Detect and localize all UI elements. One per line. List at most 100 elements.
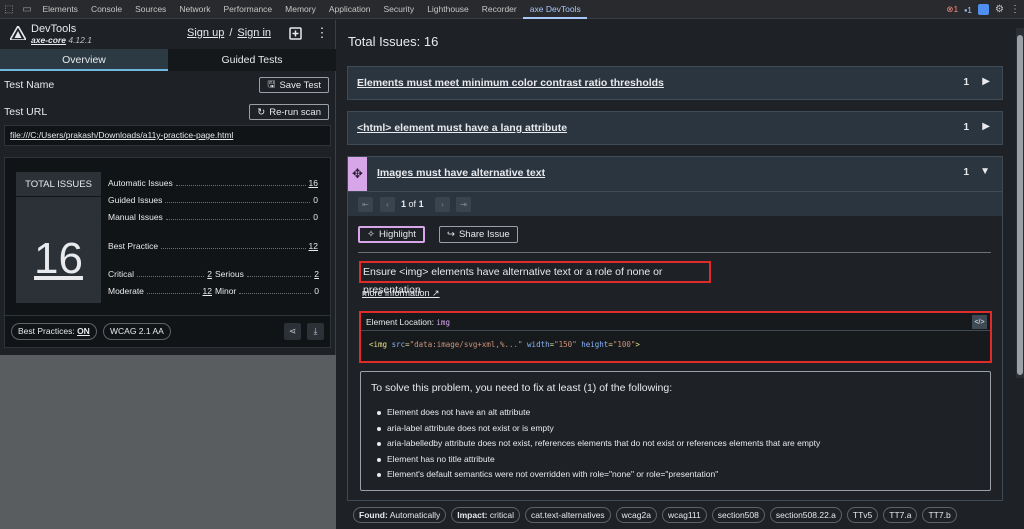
best-practices-toggle[interactable]: Best Practices: ON xyxy=(11,323,97,340)
error-icon: ⊗ xyxy=(946,4,954,14)
element-location-label: Element Location: img xyxy=(366,317,450,327)
tag-category: cat.text-alternatives xyxy=(524,507,611,523)
test-name-label: Test Name xyxy=(4,79,55,91)
more-icon[interactable]: ⋮ xyxy=(1010,4,1020,15)
inspect-icon[interactable]: ⬚ xyxy=(0,0,18,19)
issue-row-html-lang[interactable]: <html> element must have a lang attribut… xyxy=(347,111,1003,145)
issue-pager: ⇤ ‹ 1 of 1 › ⇥ xyxy=(348,191,1002,216)
issues-panel: Total Issues: 16 Elements must meet mini… xyxy=(337,20,1024,529)
highlight-button[interactable]: ✧ Highlight xyxy=(358,226,425,243)
fix-item: Element's default semantics were not ove… xyxy=(376,467,820,483)
total-issues-title: Total Issues: 16 xyxy=(348,34,439,49)
tab-axe-devtools[interactable]: axe DevTools xyxy=(523,0,588,19)
tab-sources[interactable]: Sources xyxy=(129,0,173,19)
fix-item: aria-labelledby attribute does not exist… xyxy=(376,436,820,452)
tag-ttv5: TTv5 xyxy=(846,507,879,523)
total-issues-card: TOTAL ISSUES 16 xyxy=(16,172,101,303)
test-url-field[interactable]: file:///C:/Users/prakash/Downloads/a11y-… xyxy=(4,125,331,146)
tag-wcag2a: wcag2a xyxy=(615,507,657,523)
share-icon[interactable]: ⋖ xyxy=(284,323,301,340)
tag-found: Found: Automatically xyxy=(353,507,447,523)
impact-serious: Serious 2 xyxy=(215,269,319,279)
scrollbar[interactable] xyxy=(1016,28,1024,378)
first-page-icon[interactable]: ⇤ xyxy=(358,197,373,212)
devtools-tab-bar: ⬚ ▭ Elements Console Sources Network Per… xyxy=(0,0,1024,19)
tab-guided-tests[interactable]: Guided Tests xyxy=(168,49,336,71)
element-location: Element Location: img </> <img src="data… xyxy=(359,311,992,363)
chevron-down-icon: ▼ xyxy=(980,166,990,177)
tab-lighthouse[interactable]: Lighthouse xyxy=(421,0,476,19)
stat-manual: Manual Issues 0 xyxy=(108,212,318,222)
tab-memory[interactable]: Memory xyxy=(279,0,323,19)
save-test-button[interactable]: 🖫 Save Test xyxy=(259,77,329,93)
page-indicator: 1 of 1 xyxy=(401,199,424,209)
kebab-menu-icon[interactable]: ⋮ xyxy=(313,24,331,42)
prev-page-icon[interactable]: ‹ xyxy=(380,197,395,212)
next-page-icon[interactable]: › xyxy=(435,197,450,212)
tag-section508-22a: section508.22.a xyxy=(769,507,842,523)
tag-impact: Impact: critical xyxy=(451,507,520,523)
tab-console[interactable]: Console xyxy=(84,0,128,19)
highlight-icon: ✧ xyxy=(367,229,375,240)
wcag-standard-pill[interactable]: WCAG 2.1 AA xyxy=(103,323,171,340)
axe-logo-icon xyxy=(10,26,26,40)
chevron-right-icon: ▶ xyxy=(982,76,990,87)
sign-in-link[interactable]: Sign in xyxy=(237,27,271,39)
chevron-right-icon: ▶ xyxy=(982,121,990,132)
fix-item: Element has no title attribute xyxy=(376,452,820,468)
share-issue-button[interactable]: ↪ Share Issue xyxy=(439,226,518,243)
code-view-icon[interactable]: </> xyxy=(972,315,987,329)
tab-overview[interactable]: Overview xyxy=(0,49,168,71)
total-issues-count[interactable]: 16 xyxy=(16,234,101,284)
issue-header[interactable]: ✥ Images must have alternative text 1 ▼ xyxy=(348,157,1002,191)
move-icon[interactable]: ✥ xyxy=(348,157,367,191)
tag-tt7a: TT7.a xyxy=(883,507,918,523)
fix-title: To solve this problem, you need to fix a… xyxy=(371,382,673,394)
stat-best-practice: Best Practice 12 xyxy=(108,241,318,251)
tag-tt7b: TT7.b xyxy=(922,507,957,523)
settings-icon[interactable]: ⚙ xyxy=(995,4,1004,15)
rerun-scan-button[interactable]: ↻ Re-run scan xyxy=(249,104,329,120)
issue-summary: TOTAL ISSUES 16 Automatic Issues 16 Guide… xyxy=(4,157,331,348)
brand-version: axe-core 4.12.1 xyxy=(31,35,92,45)
stat-guided: Guided Issues 0 xyxy=(108,195,318,205)
tab-recorder[interactable]: Recorder xyxy=(475,0,523,19)
issue-row-image-alt: ✥ Images must have alternative text 1 ▼ … xyxy=(347,156,1003,501)
device-toolbar-icon[interactable]: ▭ xyxy=(18,0,36,19)
impact-moderate: Moderate 12 xyxy=(108,286,212,296)
issue-row-color-contrast[interactable]: Elements must meet minimum color contras… xyxy=(347,66,1003,100)
left-empty-area xyxy=(0,355,336,529)
tab-network[interactable]: Network xyxy=(173,0,217,19)
new-tab-icon[interactable] xyxy=(286,24,304,42)
auth-separator: / xyxy=(229,27,233,39)
element-selector[interactable]: img xyxy=(436,318,450,327)
element-source: <img src="data:image/svg+xml,%..." width… xyxy=(369,340,640,349)
test-url-label: Test URL xyxy=(4,106,48,118)
extension-icon[interactable] xyxy=(978,4,990,15)
axe-header: DevTools axe-core 4.12.1 Sign up / Sign … xyxy=(0,20,336,48)
tab-performance[interactable]: Performance xyxy=(217,0,279,19)
last-page-icon[interactable]: ⇥ xyxy=(456,197,471,212)
tab-security[interactable]: Security xyxy=(377,0,421,19)
auth-links: Sign up / Sign in xyxy=(187,27,271,39)
axe-left-panel: DevTools axe-core 4.12.1 Sign up / Sign … xyxy=(0,20,336,529)
refresh-icon: ↻ xyxy=(257,106,266,118)
more-information-link[interactable]: more information ↗ xyxy=(362,288,440,299)
tab-application[interactable]: Application xyxy=(322,0,377,19)
tab-elements[interactable]: Elements xyxy=(36,0,84,19)
fix-item: aria-label attribute does not exist or i… xyxy=(376,421,820,437)
fix-list: Element does not have an alt attribute a… xyxy=(376,405,820,483)
tag-section508: section508 xyxy=(711,507,765,523)
message-count[interactable]: ▪1 xyxy=(964,5,972,15)
error-count[interactable]: ⊗1 xyxy=(946,4,958,15)
impact-minor: Minor 0 xyxy=(215,286,319,296)
download-icon[interactable]: ⤓ xyxy=(307,323,324,340)
share-arrow-icon: ↪ xyxy=(447,229,455,240)
total-issues-label: TOTAL ISSUES xyxy=(25,179,92,190)
issue-description: Ensure <img> elements have alternative t… xyxy=(359,261,711,296)
sign-up-link[interactable]: Sign up xyxy=(187,27,224,39)
fix-suggestions: To solve this problem, you need to fix a… xyxy=(360,371,991,491)
stat-automatic: Automatic Issues 16 xyxy=(108,178,318,188)
impact-critical: Critical 2 xyxy=(108,269,212,279)
fix-item: Element does not have an alt attribute xyxy=(376,405,820,421)
